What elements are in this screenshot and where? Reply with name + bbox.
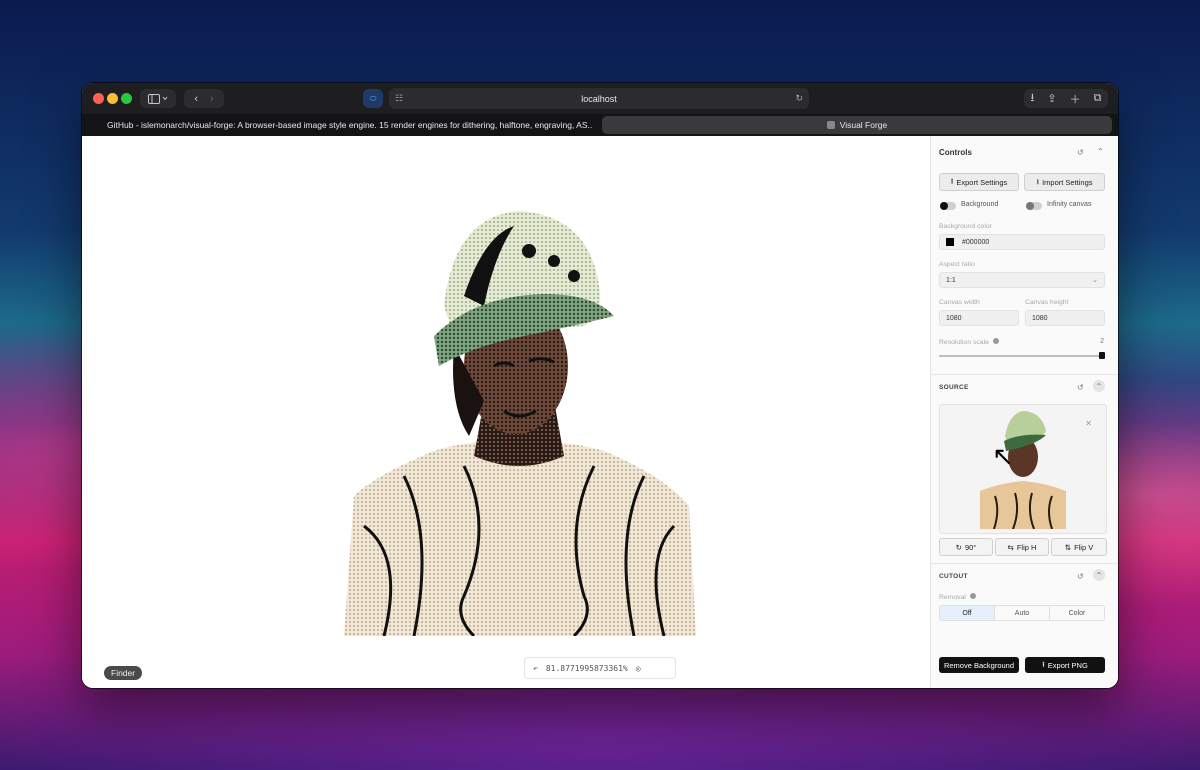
background-color-label: Background color: [939, 223, 992, 230]
background-toggle[interactable]: [940, 202, 956, 210]
history-nav: ‹ ›: [184, 89, 224, 108]
flip-h-label: Flip H: [1016, 542, 1037, 552]
resolution-scale-value: 2: [1100, 338, 1104, 345]
tab-github[interactable]: GitHub - islemonarch/visual-forge: A bro…: [102, 117, 592, 133]
resolution-scale-label: Resolution scale: [939, 338, 999, 346]
resolution-slider-thumb[interactable]: [1099, 352, 1105, 359]
flip-h-icon: ⇆: [1007, 542, 1014, 552]
new-tab-icon[interactable]: ＋: [1070, 91, 1081, 107]
background-color-field[interactable]: #000000: [939, 234, 1105, 250]
zoom-window-button[interactable]: [121, 93, 132, 104]
canvas-height-input[interactable]: 1080: [1025, 310, 1105, 326]
removal-mode-segmented: Off Auto Color: [939, 605, 1105, 621]
canvas-zoom-controls: ↶ 81.8771995873361% ◎: [524, 657, 676, 679]
collapse-cutout-icon[interactable]: ⌃: [1093, 569, 1105, 581]
removal-option-color[interactable]: Color: [1050, 606, 1104, 620]
remove-background-button[interactable]: Remove Background: [939, 657, 1019, 673]
reset-source-icon[interactable]: ↺: [1077, 383, 1084, 392]
browser-toolbar: ‹ › ⬭ ☷ localhost ↻ ⭳ ⇪ ＋ ⧉: [82, 83, 1118, 114]
source-section-header: SOURCE: [939, 384, 969, 391]
tab-overview-icon[interactable]: ⧉: [1094, 92, 1102, 105]
address-text: localhost: [581, 93, 617, 104]
target-icon[interactable]: ◎: [636, 664, 641, 673]
cursor-arrow-icon: ↖: [992, 441, 1014, 471]
tab-visual-forge-label: Visual Forge: [839, 120, 888, 130]
infinity-canvas-toggle[interactable]: [1026, 202, 1042, 210]
import-settings-button[interactable]: ⭳ Import Settings: [1024, 173, 1105, 191]
flip-h-button[interactable]: ⇆ Flip H: [995, 538, 1049, 556]
toolbar-right-actions: ⭳ ⇪ ＋ ⧉: [1024, 89, 1108, 108]
page-content: Finder ↶ 81.8771995873361% ◎ Controls ↺ …: [82, 136, 1118, 688]
canvas-width-input[interactable]: 1080: [939, 310, 1019, 326]
download-small-icon: ⭳: [1036, 176, 1040, 186]
finder-tooltip: Finder: [104, 666, 143, 680]
reload-icon[interactable]: ↻: [795, 93, 803, 104]
remove-background-label: Remove Background: [943, 660, 1015, 670]
tab-github-label: GitHub - islemonarch/visual-forge: A bro…: [107, 120, 592, 130]
flip-v-label: Flip V: [1074, 542, 1094, 552]
divider: [931, 374, 1118, 375]
divider: [931, 563, 1118, 564]
rotate-90-button[interactable]: ↻ 90°: [939, 538, 993, 556]
export-png-button[interactable]: ⭱ Export PNG: [1025, 657, 1105, 673]
canvas-width-label: Canvas width: [939, 299, 980, 306]
privacy-shield-button[interactable]: ⬭: [363, 89, 383, 108]
upload-icon: ⭱: [950, 176, 954, 186]
info-icon[interactable]: [969, 593, 976, 599]
import-settings-label: Import Settings: [1042, 177, 1093, 187]
resolution-slider-track[interactable]: [939, 355, 1105, 357]
export-settings-button[interactable]: ⭱ Export Settings: [939, 173, 1019, 191]
controls-panel: Controls ↺ ⌃ ⭱ Export Settings ⭳ Import …: [930, 136, 1118, 688]
sidebar-toggle-button[interactable]: [140, 89, 176, 108]
aspect-ratio-value: 1:1: [946, 276, 956, 284]
remove-source-icon[interactable]: ✕: [1085, 419, 1092, 428]
removal-option-auto[interactable]: Auto: [995, 606, 1050, 620]
controls-title: Controls: [939, 148, 972, 157]
minimize-window-button[interactable]: [107, 93, 118, 104]
collapse-controls-icon[interactable]: ⌃: [1097, 147, 1104, 156]
color-swatch[interactable]: [946, 238, 954, 246]
reset-controls-icon[interactable]: ↺: [1077, 148, 1084, 157]
removal-option-off[interactable]: Off: [940, 606, 995, 620]
rotate-label: 90°: [964, 542, 977, 552]
browser-window: ‹ › ⬭ ☷ localhost ↻ ⭳ ⇪ ＋ ⧉ GitHub - isl…: [82, 83, 1118, 688]
export-icon: ⭱: [1042, 659, 1045, 669]
back-icon[interactable]: ‹: [194, 93, 198, 105]
aspect-ratio-label: Aspect ratio: [939, 261, 975, 268]
flip-v-button[interactable]: ⇅ Flip V: [1051, 538, 1107, 556]
sidebar-icon: [148, 93, 168, 104]
shield-icon: ⬭: [369, 93, 377, 103]
collapse-source-icon[interactable]: ⌃: [1093, 380, 1105, 392]
share-icon[interactable]: ⇪: [1047, 92, 1056, 105]
cutout-section-header: CUTOUT: [939, 573, 968, 580]
address-bar[interactable]: ☷ localhost ↻: [389, 88, 809, 109]
background-toggle-label: Background: [961, 201, 999, 208]
export-settings-label: Export Settings: [956, 177, 1008, 187]
removal-label: Removal: [939, 593, 976, 601]
tab-bar: GitHub - islemonarch/visual-forge: A bro…: [82, 114, 1118, 136]
zoom-readout: 81.8771995873361%: [545, 663, 628, 673]
rotate-icon: ↻: [955, 542, 962, 552]
dithered-portrait-image: [344, 211, 696, 636]
undo-icon[interactable]: ↶: [533, 664, 538, 673]
export-png-label: Export PNG: [1047, 660, 1088, 670]
info-icon[interactable]: [992, 338, 999, 344]
page-settings-icon[interactable]: ☷: [395, 93, 403, 104]
tab-visual-forge[interactable]: Visual Forge: [602, 116, 1112, 134]
source-image-dropzone[interactable]: ↖ ✕: [939, 404, 1107, 534]
forward-icon[interactable]: ›: [210, 93, 214, 105]
download-icon[interactable]: ⭳: [1031, 89, 1035, 108]
visual-forge-favicon: [826, 121, 835, 129]
background-color-value: #000000: [962, 238, 990, 246]
canvas-height-label: Canvas height: [1025, 299, 1069, 306]
close-window-button[interactable]: [93, 93, 104, 104]
chevron-down-icon: ⌄: [1092, 277, 1098, 284]
aspect-ratio-select[interactable]: 1:1 ⌄: [939, 272, 1105, 288]
resolution-scale-text: Resolution scale: [939, 339, 989, 346]
reset-cutout-icon[interactable]: ↺: [1077, 572, 1084, 581]
canvas-area[interactable]: Finder ↶ 81.8771995873361% ◎: [82, 136, 930, 688]
flip-v-icon: ⇅: [1064, 542, 1072, 552]
infinity-canvas-label: Infinity canvas: [1047, 201, 1092, 208]
removal-text: Removal: [939, 594, 966, 601]
